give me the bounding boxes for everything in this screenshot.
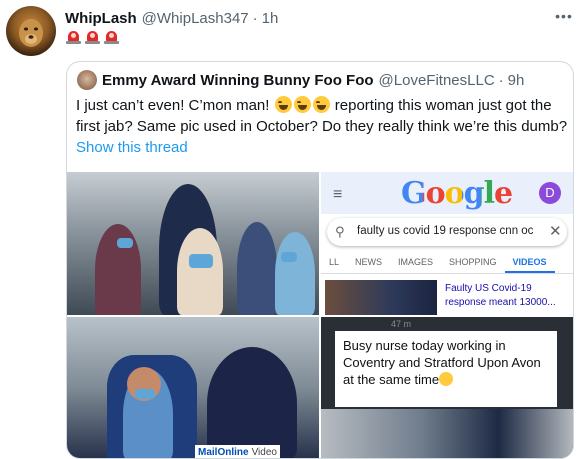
person-figure	[177, 228, 223, 315]
rolling-eyes-face-icon	[439, 372, 454, 386]
video-result-title: Faulty US Covid-19 response meant 13000.…	[445, 283, 556, 308]
quoted-text-part1: I just can’t even! C’mon man!	[76, 97, 274, 114]
person-figure	[237, 222, 277, 315]
menu-icon: ≡	[333, 186, 343, 203]
face-mask	[117, 238, 133, 248]
google-tab: IMAGES	[398, 257, 434, 267]
quoted-user-avatar	[77, 70, 97, 90]
laughing-face-icon	[312, 96, 330, 113]
close-icon: ✕	[549, 223, 562, 240]
media-image-3[interactable]: MailOnline Video	[67, 317, 319, 458]
tweet[interactable]: WhipLash @WhipLash347 · 1h ••• Emmy Awar…	[0, 0, 583, 459]
laughing-face-icon	[274, 96, 292, 113]
media-grid: ≡ Google D ⚲ faulty us covid 19 response…	[67, 172, 573, 458]
user-handle[interactable]: @WhipLash347	[142, 10, 249, 27]
google-search-query: faulty us covid 19 response cnn oc	[357, 225, 534, 237]
google-tab-active: VIDEOS	[504, 252, 555, 273]
watermark-label: Video	[251, 446, 277, 458]
quoted-tweet[interactable]: Emmy Award Winning Bunny Foo Foo @LoveFi…	[66, 61, 574, 459]
google-logo: Google	[401, 176, 513, 211]
quoted-user-handle: @LoveFitnesLLC	[378, 71, 495, 89]
mailonline-watermark: MailOnline Video	[195, 445, 280, 458]
search-icon: ⚲	[335, 224, 345, 239]
lion-avatar-icon	[19, 19, 43, 47]
google-header: ≡ Google D	[321, 172, 573, 214]
siren-emoji-icon	[103, 29, 120, 45]
google-tab: NEWS	[355, 257, 383, 267]
face-mask	[281, 252, 297, 262]
quoted-tweet-header: Emmy Award Winning Bunny Foo Foo @LoveFi…	[77, 70, 524, 90]
separator-dot: ·	[498, 71, 504, 89]
quoted-tweet-time: 9h	[507, 71, 525, 89]
quoted-tweet-text: I just can’t even! C’mon man! reporting …	[76, 95, 568, 137]
media-image-4[interactable]: 47 m Busy nurse today working in Coventr…	[321, 317, 573, 458]
nurse-figure	[207, 347, 297, 458]
quoted-display-name: Emmy Award Winning Bunny Foo Foo	[102, 71, 374, 89]
tweet-header: WhipLash @WhipLash347 · 1h	[65, 8, 278, 28]
user-avatar[interactable]	[6, 6, 56, 56]
google-video-result: Faulty US Covid-19 response meant 13000.…	[325, 278, 573, 315]
google-logo-text: Google	[401, 176, 513, 211]
google-tab: LL	[329, 257, 340, 267]
watermark-brand: MailOnline	[198, 446, 249, 458]
rolling-laughing-face-icon	[293, 96, 311, 113]
google-search-box: ⚲ faulty us covid 19 response cnn oc ✕	[327, 218, 567, 246]
meme-photo	[321, 409, 573, 458]
face-mask	[189, 254, 213, 268]
display-name[interactable]: WhipLash	[65, 10, 137, 27]
face-mask	[135, 389, 155, 399]
media-image-2[interactable]: ≡ Google D ⚲ faulty us covid 19 response…	[321, 172, 573, 315]
person-figure	[275, 232, 315, 315]
google-tab: SHOPPING	[449, 257, 497, 267]
google-tabs: LL NEWS IMAGES SHOPPING VIDEOS	[321, 252, 573, 274]
siren-emoji-icon	[84, 29, 101, 45]
show-thread-link[interactable]: Show this thread	[76, 139, 188, 156]
more-options-icon[interactable]: •••	[553, 8, 575, 28]
tweet-time[interactable]: 1h	[262, 10, 279, 27]
video-thumbnail	[325, 280, 437, 315]
tweet-text	[65, 29, 120, 45]
media-image-1[interactable]	[67, 172, 319, 315]
siren-emoji-icon	[65, 29, 82, 45]
meme-caption-card: Busy nurse today working in Coventry and…	[335, 331, 557, 407]
meme-top-text: 47 m	[391, 319, 412, 329]
separator-dot: ·	[252, 9, 258, 27]
google-account-avatar: D	[539, 182, 561, 204]
